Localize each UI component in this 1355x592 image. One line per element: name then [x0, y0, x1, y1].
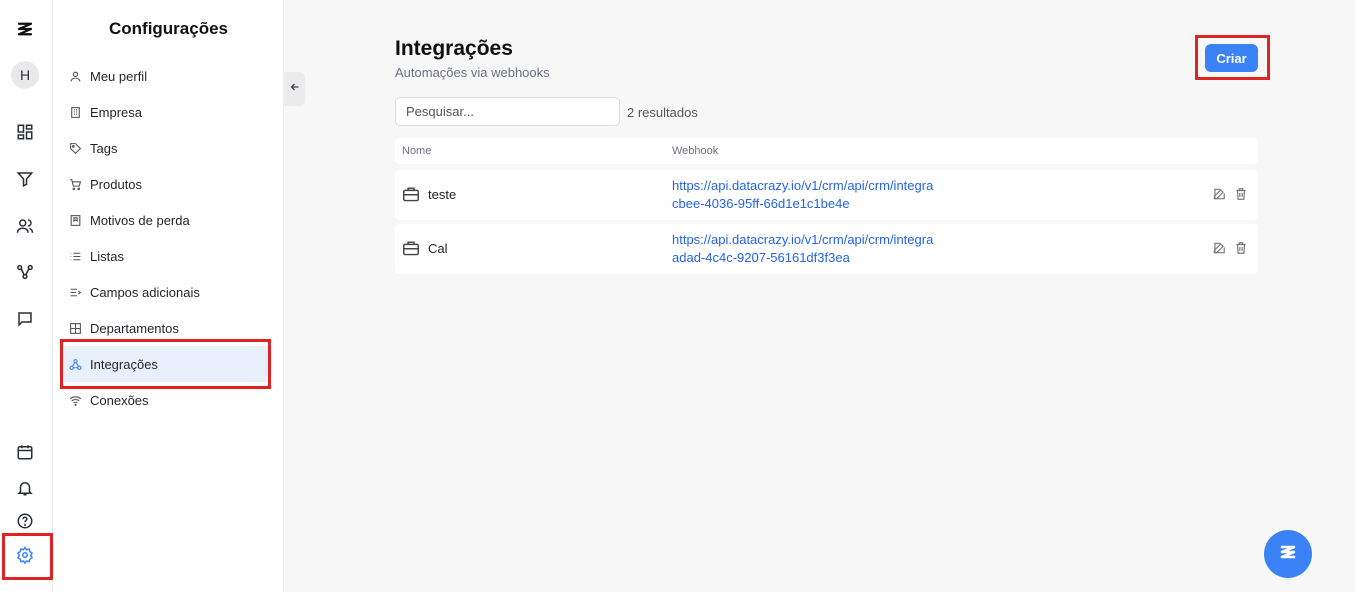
row-actions: [1212, 241, 1248, 255]
list-icon: [68, 249, 82, 263]
bookmark-icon: [68, 213, 82, 227]
network-icon[interactable]: [14, 261, 36, 283]
sidebar-item-meu-perfil[interactable]: Meu perfil: [61, 58, 271, 94]
webhook-line-1: https://api.datacrazy.io/v1/crm/api/crm/…: [672, 178, 934, 193]
search-input[interactable]: [395, 97, 620, 126]
dashboard-icon[interactable]: [14, 121, 36, 143]
sidebar-item-motivos-de-perda[interactable]: Motivos de perda: [61, 202, 271, 238]
left-rail: H: [0, 0, 53, 592]
table-row[interactable]: Cal https://api.datacrazy.io/v1/crm/api/…: [395, 224, 1258, 274]
webhook-link[interactable]: https://api.datacrazy.io/v1/crm/api/crm/…: [672, 231, 933, 267]
arrow-left-icon: [289, 80, 301, 98]
settings-highlight: [2, 533, 53, 580]
filter-icon[interactable]: [14, 168, 36, 190]
chat-launcher-button[interactable]: [1264, 530, 1312, 578]
edit-icon[interactable]: [1212, 187, 1226, 201]
grid-icon: [68, 321, 82, 335]
logo-icon[interactable]: [14, 18, 36, 40]
users-icon[interactable]: [14, 215, 36, 237]
collapse-sidebar-button[interactable]: [284, 72, 305, 106]
bell-icon[interactable]: [14, 477, 36, 499]
sidebar-item-label: Motivos de perda: [90, 212, 190, 228]
help-icon[interactable]: [14, 510, 36, 532]
logo-icon: [1276, 540, 1300, 569]
page-subtitle: Automações via webhooks: [395, 65, 550, 80]
sidebar-item-label: Campos adicionais: [90, 284, 200, 300]
column-header-name: Nome: [402, 145, 432, 157]
webhook-line-1: https://api.datacrazy.io/v1/crm/api/crm/…: [672, 232, 934, 247]
chat-icon[interactable]: [14, 308, 36, 330]
user-icon: [68, 69, 82, 83]
row-name: Cal: [402, 240, 448, 256]
briefcase-icon: [402, 186, 420, 202]
webhook-link[interactable]: https://api.datacrazy.io/v1/crm/api/crm/…: [672, 177, 933, 213]
fields-icon: [68, 285, 82, 299]
sidebar-item-label: Listas: [90, 248, 124, 264]
sidebar-item-label: Departamentos: [90, 320, 179, 336]
page-title: Integrações: [395, 37, 513, 60]
webhook-line-2: adad-4c4c-9207-56161df3f3ea: [672, 250, 850, 265]
sidebar-item-label: Produtos: [90, 176, 143, 192]
calendar-icon[interactable]: [14, 441, 36, 463]
sidebar-item-label: Empresa: [90, 104, 143, 120]
edit-icon[interactable]: [1212, 241, 1226, 255]
results-count: 2 resultados: [627, 105, 698, 120]
row-name-label: teste: [428, 186, 457, 202]
settings-title: Configurações: [108, 19, 229, 38]
cart-icon: [68, 177, 82, 191]
table-header: Nome Webhook: [395, 138, 1258, 164]
trash-icon[interactable]: [1234, 187, 1248, 201]
integracoes-highlight: [60, 339, 271, 389]
settings-sidebar: Configurações Meu perfil Empresa Tags Pr…: [53, 0, 284, 592]
sidebar-item-label: Conexões: [90, 392, 149, 408]
avatar[interactable]: H: [11, 61, 39, 89]
row-name: teste: [402, 186, 456, 202]
building-icon: [68, 105, 82, 119]
sidebar-item-tags[interactable]: Tags: [61, 130, 271, 166]
sidebar-item-listas[interactable]: Listas: [61, 238, 271, 274]
sidebar-item-label: Meu perfil: [90, 68, 148, 84]
tag-icon: [68, 141, 82, 155]
sidebar-item-label: Tags: [90, 140, 118, 156]
avatar-initial: H: [19, 67, 31, 83]
create-highlight: [1195, 35, 1270, 80]
trash-icon[interactable]: [1234, 241, 1248, 255]
sidebar-item-campos-adicionais[interactable]: Campos adicionais: [61, 274, 271, 310]
row-name-label: Cal: [428, 240, 448, 256]
row-actions: [1212, 187, 1248, 201]
sidebar-item-produtos[interactable]: Produtos: [61, 166, 271, 202]
column-header-webhook: Webhook: [672, 145, 719, 157]
table-row[interactable]: teste https://api.datacrazy.io/v1/crm/ap…: [395, 170, 1258, 220]
wifi-icon: [68, 393, 82, 407]
webhook-line-2: cbee-4036-95ff-66d1e1c1be4e: [672, 196, 850, 211]
briefcase-icon: [402, 240, 420, 256]
sidebar-item-empresa[interactable]: Empresa: [61, 94, 271, 130]
